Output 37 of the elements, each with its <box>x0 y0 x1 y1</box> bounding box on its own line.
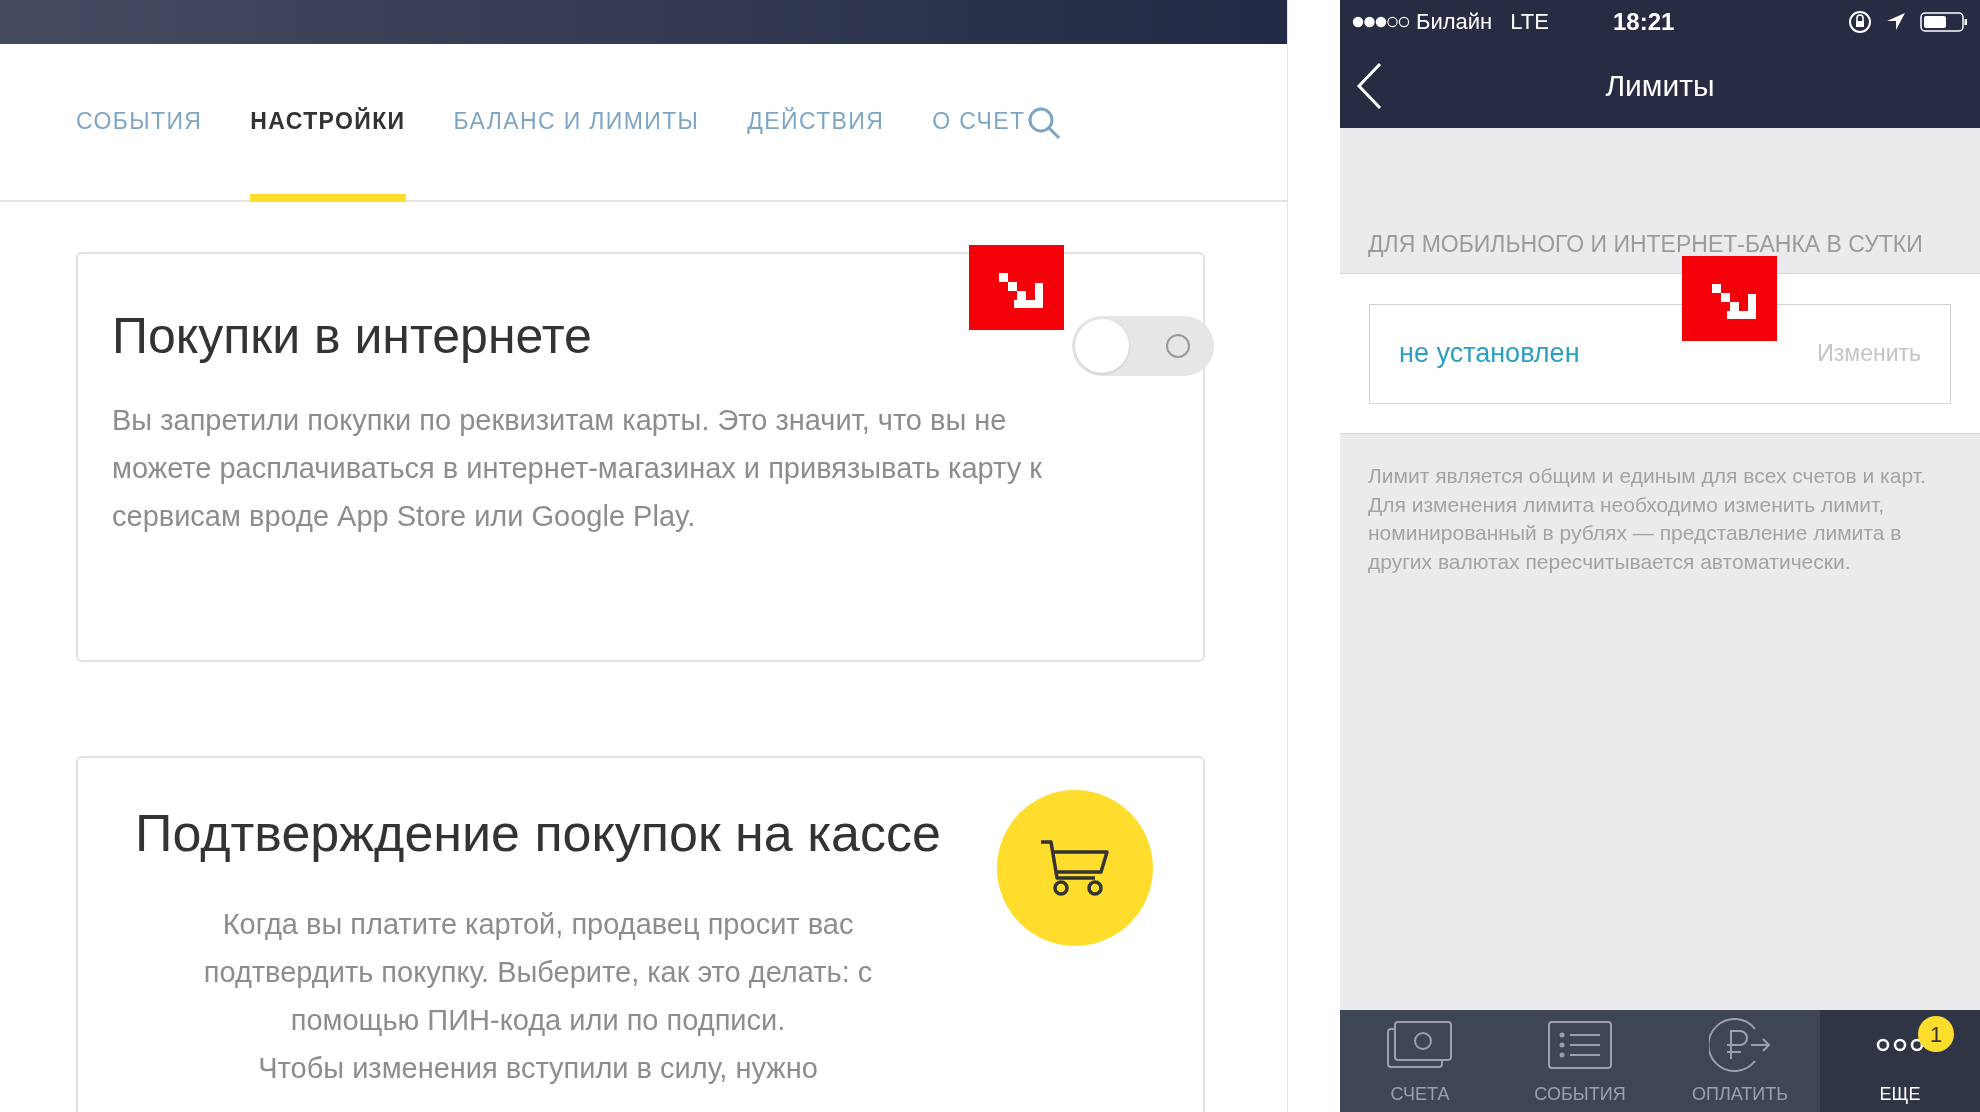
limit-value: не установлен <box>1399 337 1580 371</box>
network-type: LTE <box>1510 8 1549 36</box>
tab-bar-item[interactable]: ЕЩЕ 1 <box>1820 1010 1980 1112</box>
tab[interactable]: НАСТРОЙКИ <box>250 46 406 202</box>
tab-bar-item[interactable]: СОБЫТИЯ <box>1500 1010 1660 1112</box>
change-link[interactable]: Изменить <box>1817 336 1921 371</box>
rotation-lock-icon <box>1848 9 1872 34</box>
tab[interactable]: ДЕЙСТВИЯ <box>747 46 885 202</box>
tab[interactable]: БАЛАНС И ЛИМИТЫ <box>453 46 700 202</box>
tab[interactable]: О СЧЕТ <box>932 46 1026 202</box>
section-header: ДЛЯ МОБИЛЬНОГО И ИНТЕРНЕТ-БАНКА В СУТКИ <box>1367 230 1924 259</box>
card-title: Подтверждение покупок на кассе <box>135 803 941 864</box>
limit-note: Для изменения лимита необходимо изменить лимит, номинированный в рублях — представление лимита в других валютах пересчитывается автоматически. <box>1368 491 1903 575</box>
ruble-arrow-icon <box>1709 1017 1771 1073</box>
limit-field[interactable]: не установлен Изменить <box>1369 303 1951 404</box>
tab-bar-item[interactable]: СЧЕТА <box>1340 1010 1500 1112</box>
tab-bar-item[interactable]: ОПЛАТИТЬ <box>1660 1010 1820 1112</box>
carrier-name: Билайн <box>1416 8 1493 36</box>
cards-icon <box>1387 1021 1453 1069</box>
battery-icon <box>1920 11 1968 32</box>
nav-title: Лимиты <box>1605 68 1715 104</box>
signal-icon <box>1352 14 1410 29</box>
card-description: Когда вы платите картой, продавец просит вас подтвердить покупку. Выберите, как это делать: с помощью ПИН-кода или по подписи. <box>202 907 874 1039</box>
notification-badge: 1 <box>1918 1016 1954 1052</box>
toggle-switch[interactable] <box>1072 316 1214 376</box>
search-icon[interactable] <box>1027 106 1062 140</box>
card-description: Чтобы изменения вступили в силу, нужно <box>258 1051 818 1087</box>
back-icon[interactable] <box>1356 61 1382 110</box>
more-icon <box>1876 1038 1924 1052</box>
cart-icon <box>1039 838 1111 898</box>
location-arrow-icon <box>1886 11 1906 32</box>
tab[interactable]: СОБЫТИЯ <box>76 46 203 202</box>
limit-note: Лимит является общим и единым для всех счетов и карт. <box>1368 463 1927 489</box>
list-icon <box>1548 1021 1612 1069</box>
clock: 18:21 <box>1612 6 1675 37</box>
card-title: Покупки в интернете <box>112 307 593 366</box>
card-description: Вы запретили покупки по реквизитам карты. Это значит, что вы не можете расплачиваться в интернет-магазинах и привязывать карту к сервисам вроде App Store или Google Play. <box>112 403 1043 534</box>
